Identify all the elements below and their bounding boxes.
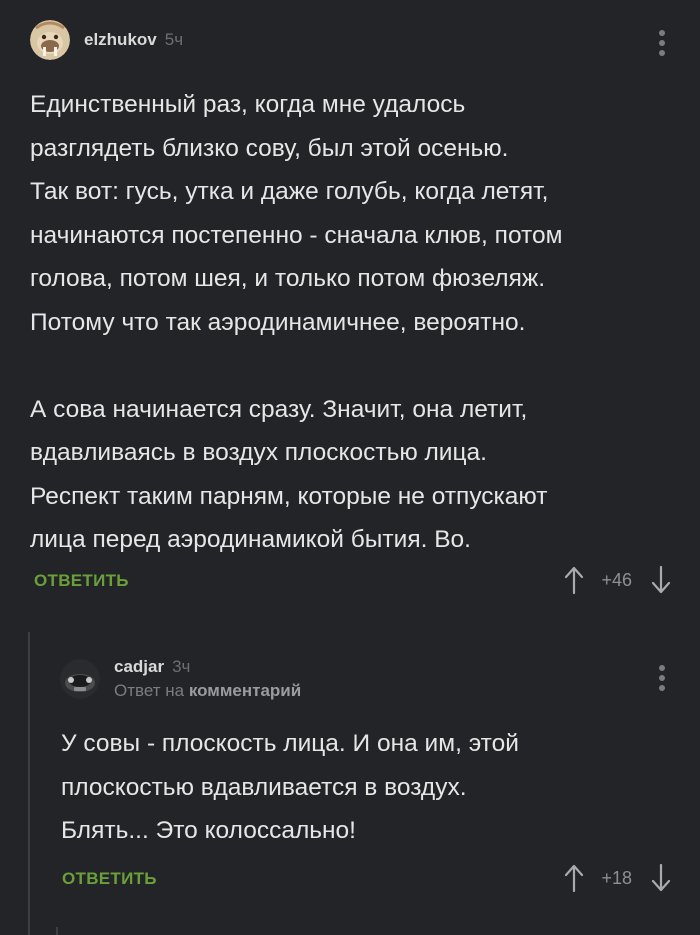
reply-reference: Ответ на комментарий xyxy=(114,681,301,701)
avatar[interactable] xyxy=(60,659,100,699)
reply-button[interactable]: ОТВЕТИТЬ xyxy=(34,571,129,591)
thread-line xyxy=(28,632,30,935)
nested-thread-line xyxy=(56,927,58,935)
more-options-icon[interactable] xyxy=(659,665,665,691)
comment-actions: ОТВЕТИТЬ xyxy=(34,571,129,591)
rating-count: +46 xyxy=(601,569,632,590)
upvote-arrow-icon[interactable] xyxy=(563,565,585,595)
timestamp: 5ч xyxy=(164,30,184,49)
reply-button[interactable]: ОТВЕТИТЬ xyxy=(62,869,157,889)
reply-prefix: Ответ на xyxy=(114,681,185,700)
avatar[interactable] xyxy=(30,20,70,60)
reply-target-link[interactable]: комментарий xyxy=(189,681,301,700)
username[interactable]: cadjar xyxy=(114,657,164,676)
comment-text: Единственный раз, когда мне удалось разг… xyxy=(30,91,563,553)
comment-actions: ОТВЕТИТЬ xyxy=(62,869,157,889)
timestamp: 3ч xyxy=(172,657,191,676)
vote-controls: +18 xyxy=(563,863,672,893)
rating-count: +18 xyxy=(601,867,632,888)
comment-text: У совы - плоскость лица. И она им, этой … xyxy=(61,730,519,844)
downvote-arrow-icon[interactable] xyxy=(650,565,672,595)
downvote-arrow-icon[interactable] xyxy=(650,863,672,893)
comment-header: cadjar 3ч Ответ на комментарий xyxy=(60,657,301,701)
comment-meta: cadjar 3ч Ответ на комментарий xyxy=(114,657,301,701)
more-options-icon[interactable] xyxy=(659,30,665,56)
upvote-arrow-icon[interactable] xyxy=(563,863,585,893)
username[interactable]: elzhukov xyxy=(84,30,157,49)
comment-header: elzhukov 5ч xyxy=(30,20,183,60)
comment-meta: elzhukov 5ч xyxy=(84,30,183,50)
vote-controls: +46 xyxy=(563,565,672,595)
